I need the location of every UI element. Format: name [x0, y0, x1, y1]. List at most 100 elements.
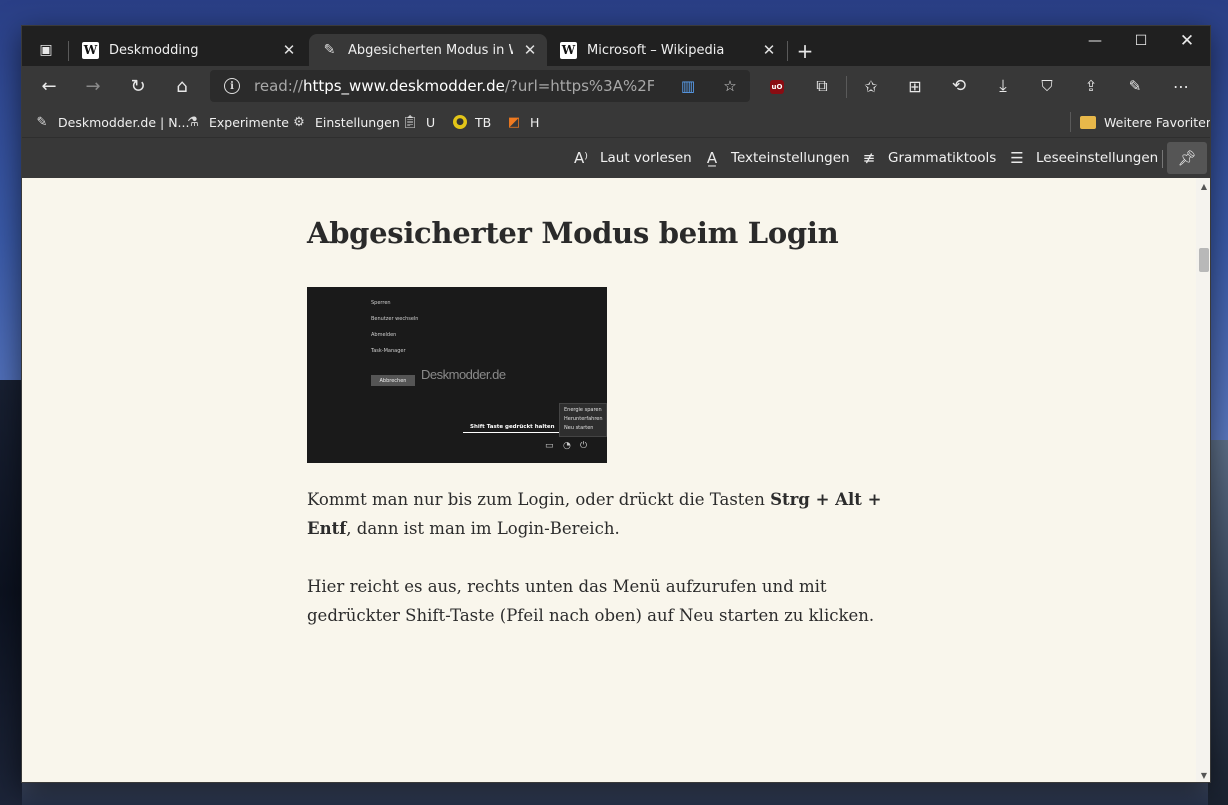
power-icon: ⏻ [580, 441, 588, 451]
gear-icon: ⚙ [293, 114, 305, 130]
favorites-bar: ✎ Deskmodder.de | N... ⚗ Experimente ⚙ E… [22, 106, 1210, 138]
text-settings-button[interactable]: A̲ Texteinstellungen [703, 148, 850, 168]
text-settings-label: Texteinstellungen [731, 150, 850, 166]
close-icon[interactable]: ✕ [521, 41, 539, 59]
text-settings-icon: A̲ [706, 149, 718, 167]
read-aloud-icon: A⁾ [574, 149, 588, 167]
image-annotation: Shift Taste gedrückt halten [470, 424, 555, 430]
favorite-h[interactable]: ◩ H [506, 112, 540, 132]
share-icon[interactable]: ⇪ [1075, 70, 1107, 102]
close-icon[interactable]: ✕ [280, 41, 298, 59]
tab-microsoft-wikipedia[interactable]: W Microsoft – Wikipedia ✕ [548, 34, 786, 66]
refresh-icon[interactable]: ↻ [122, 70, 154, 102]
favorite-u[interactable]: 📋︎ U [402, 112, 435, 132]
extensions-icon[interactable]: ⧉ [806, 70, 838, 102]
desktop-wallpaper-right [1208, 440, 1228, 805]
favorite-label: Deskmodder.de | N... [58, 114, 190, 130]
image-menu-item: Task-Manager [371, 348, 406, 354]
more-icon[interactable]: ⋯ [1165, 70, 1197, 102]
pen-icon: ✎ [36, 114, 48, 130]
toolbar-separator [846, 76, 847, 98]
tab-actions-icon[interactable]: ▣ [28, 34, 64, 66]
tb-icon: ● [453, 115, 467, 129]
history-icon[interactable]: ⟲ [943, 70, 975, 102]
reading-preferences-icon: ☰ [1010, 149, 1024, 167]
downloads-icon[interactable]: ⤓ [987, 70, 1019, 102]
read-aloud-label: Laut vorlesen [600, 150, 692, 166]
article-heading: Abgesicherter Modus beim Login [307, 216, 839, 250]
favorites-icon[interactable]: ✩ [855, 70, 887, 102]
image-power-menu: Energie sparen Herunterfahren Neu starte… [559, 403, 607, 437]
read-aloud-button[interactable]: A⁾ Laut vorlesen [572, 148, 692, 168]
favorite-tb[interactable]: ● TB [453, 112, 491, 132]
favorite-label: U [426, 114, 436, 130]
tab-separator [68, 41, 69, 61]
image-menu-item: Abmelden [371, 332, 397, 338]
image-power-item: Energie sparen [564, 407, 602, 413]
tab-abgesicherten-modus[interactable]: ✎ Abgesicherten Modus in Window ✕ [309, 34, 547, 66]
network-icon: ▭ [545, 441, 554, 451]
favorite-label: Einstellungen [315, 114, 400, 130]
info-icon[interactable]: i [224, 78, 240, 94]
image-menu-item: Benutzer wechseln [371, 316, 419, 322]
pen-icon[interactable]: ✎ [1119, 70, 1151, 102]
favorite-einstellungen[interactable]: ⚙ Einstellungen [291, 112, 400, 132]
reader-separator [1162, 150, 1163, 168]
tab-strip: ▣ W Deskmodding ✕ ✎ Abgesicherten Modus … [22, 26, 1210, 66]
accessibility-icon: ◔ [563, 441, 571, 451]
tab-title: Abgesicherten Modus in Window [348, 42, 513, 58]
tab-title: Deskmodding [109, 42, 199, 58]
article-image: Sperren Benutzer wechseln Abmelden Task-… [307, 287, 607, 463]
image-arrow [463, 432, 559, 433]
new-tab-icon[interactable]: + [792, 38, 818, 64]
reader-content: Abgesicherter Modus beim Login Sperren B… [22, 178, 1196, 782]
scroll-up-icon[interactable]: ▲ [1200, 182, 1208, 191]
close-icon[interactable]: ✕ [760, 41, 778, 59]
favorite-experimente[interactable]: ⚗ Experimente [185, 112, 289, 132]
folder-icon [1080, 115, 1096, 129]
address-bar[interactable]: i read://https_www.deskmodder.de/?url=ht… [210, 70, 750, 102]
grammar-tools-button[interactable]: ≢ Grammatiktools [860, 148, 997, 168]
favorite-weitere-favoriten[interactable]: Weitere Favoriten [1080, 112, 1211, 132]
scroll-down-icon[interactable]: ▼ [1200, 771, 1208, 780]
ublock-extension-icon[interactable]: uO [770, 80, 784, 94]
image-cancel-button: Abbrechen [371, 375, 415, 386]
maximize-icon[interactable]: ☐ [1118, 26, 1164, 56]
browser-window: ▣ W Deskmodding ✕ ✎ Abgesicherten Modus … [21, 25, 1211, 783]
back-icon[interactable]: ← [33, 70, 65, 102]
minimize-icon[interactable]: — [1072, 26, 1118, 56]
reader-toolbar: A⁾ Laut vorlesen A̲ Texteinstellungen ≢ … [22, 138, 1210, 178]
favorite-label: H [530, 114, 540, 130]
image-power-item: Herunterfahren [564, 416, 603, 422]
immersive-reader-icon[interactable]: ▥ [678, 76, 698, 96]
favorite-deskmodder[interactable]: ✎ Deskmodder.de | N... [34, 112, 190, 132]
add-favorite-icon[interactable]: ☆ [720, 76, 740, 96]
wikipedia-icon: W [82, 41, 99, 59]
window-close-icon[interactable]: ✕ [1164, 26, 1210, 56]
navigation-toolbar: ← → ↻ ⌂ i read://https_www.deskmodder.de… [22, 66, 1210, 106]
vertical-scrollbar[interactable]: ▲ ▼ [1196, 178, 1210, 782]
wikipedia-icon: W [560, 41, 577, 59]
browser-essentials-icon[interactable]: ⛉ [1031, 70, 1063, 102]
reading-preferences-label: Leseeinstellungen [1036, 150, 1159, 166]
home-icon[interactable]: ⌂ [166, 70, 198, 102]
grammar-tools-icon: ≢ [862, 149, 876, 167]
tab-deskmodding[interactable]: W Deskmodding ✕ [70, 34, 306, 66]
article-paragraph-2: Hier reicht es aus, rechts unten das Men… [307, 577, 875, 625]
flask-icon: ⚗ [187, 114, 199, 130]
address-url[interactable]: read://https_www.deskmodder.de/?url=http… [254, 77, 654, 95]
scroll-thumb[interactable] [1199, 248, 1209, 272]
pin-icon[interactable]: 📌︎ [1167, 142, 1207, 174]
forward-icon[interactable]: → [77, 70, 109, 102]
tab-title: Microsoft – Wikipedia [587, 42, 725, 58]
image-watermark: Deskmodder.de [421, 367, 506, 382]
favorite-label: Experimente [209, 114, 289, 130]
desktop-wallpaper-left [0, 380, 22, 805]
clipboard-icon: 📋︎ [401, 114, 419, 130]
image-menu-item: Sperren [371, 300, 391, 306]
article-paragraph-1: Kommt man nur bis zum Login, oder drückt… [307, 490, 882, 538]
collections-icon[interactable]: ⊞ [899, 70, 931, 102]
reading-preferences-button[interactable]: ☰ Leseeinstellungen [1008, 148, 1158, 168]
favorite-label: Weitere Favoriten [1104, 114, 1211, 130]
favorite-label: TB [475, 114, 492, 130]
